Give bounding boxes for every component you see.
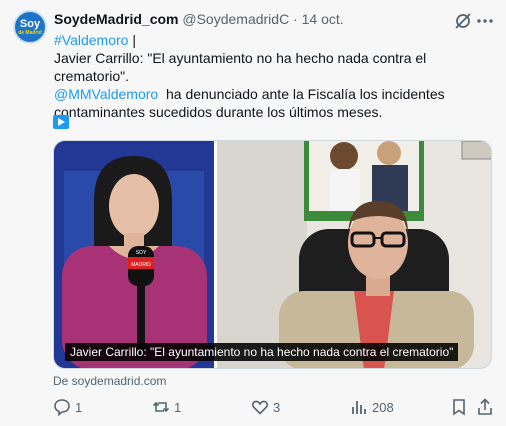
handle-and-date[interactable]: @SoydemadridC · 14 oct. bbox=[182, 11, 343, 27]
views-count: 208 bbox=[372, 399, 394, 415]
share-button[interactable] bbox=[476, 398, 494, 416]
tweet-line-1: Javier Carrillo: "El ayuntamiento no ha … bbox=[54, 50, 427, 84]
bookmark-button[interactable] bbox=[450, 398, 468, 416]
mic-logo-line1: SOY bbox=[136, 250, 147, 256]
avatar-text-bottom: de Madrid bbox=[18, 29, 42, 36]
hashtag-link[interactable]: #Valdemoro bbox=[54, 32, 128, 48]
display-name[interactable]: SoydeMadrid_com bbox=[54, 11, 178, 27]
mic-logo-line2: MADRID bbox=[131, 262, 151, 268]
more-icon[interactable] bbox=[476, 12, 494, 30]
reply-button[interactable]: 1 bbox=[53, 398, 82, 416]
play-icon[interactable] bbox=[53, 115, 69, 129]
video-player[interactable]: SOY MADRID bbox=[53, 140, 492, 369]
hashtag-separator: | bbox=[128, 32, 136, 48]
video-caption: Javier Carrillo: "El ayuntamiento no ha … bbox=[65, 343, 459, 361]
views-button[interactable]: 208 bbox=[350, 398, 394, 416]
repost-button[interactable]: 1 bbox=[152, 398, 181, 416]
views-icon bbox=[352, 401, 366, 414]
like-icon bbox=[252, 400, 268, 415]
repost-icon bbox=[152, 401, 170, 413]
reply-count: 1 bbox=[75, 399, 83, 415]
avatar[interactable]: Soy de Madrid bbox=[13, 10, 47, 44]
bookmark-icon bbox=[453, 399, 465, 416]
reply-icon bbox=[54, 399, 70, 416]
video-frame: SOY MADRID bbox=[54, 141, 491, 368]
like-button[interactable]: 3 bbox=[251, 398, 280, 416]
action-bar: 1 1 3 208 bbox=[0, 398, 506, 418]
like-count: 3 bbox=[273, 399, 281, 415]
share-icon bbox=[478, 398, 492, 415]
repost-count: 1 bbox=[174, 399, 182, 415]
mention-link[interactable]: @MMValdemoro bbox=[54, 86, 158, 102]
tweet-header: SoydeMadrid_com @SoydemadridC · 14 oct. bbox=[54, 11, 344, 27]
tweet-text: #Valdemoro | Javier Carrillo: "El ayunta… bbox=[54, 31, 494, 121]
link-source[interactable]: De soydemadrid.com bbox=[53, 374, 166, 388]
avatar-text-top: Soy bbox=[19, 17, 41, 30]
grok-icon[interactable] bbox=[454, 12, 472, 30]
